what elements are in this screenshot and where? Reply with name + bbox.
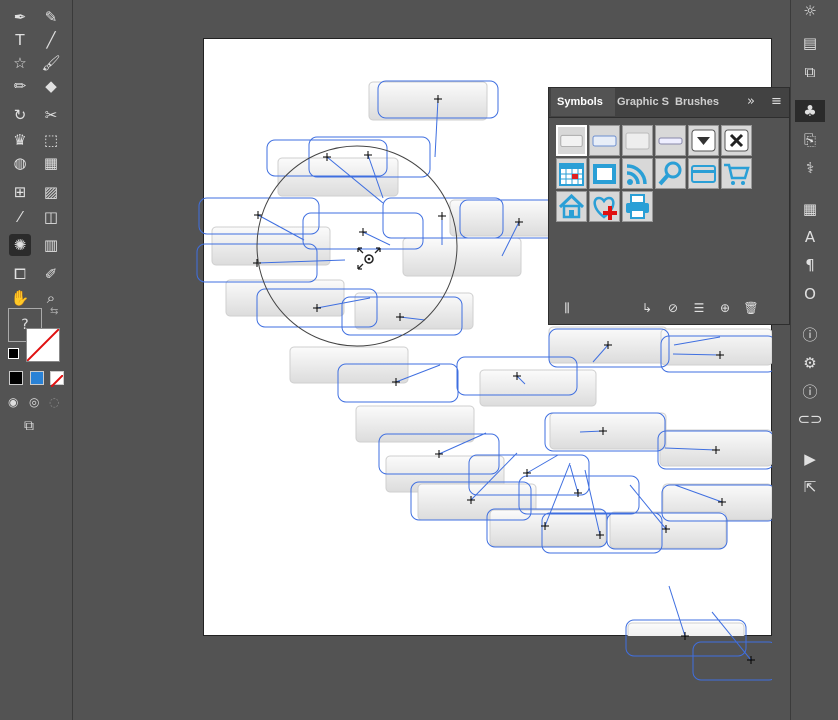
collapse-panel-icon[interactable]: » bbox=[747, 94, 755, 109]
symbols-panel: Symbols Graphic S Brushes » ≡ ⫼ ↳ ⊘ ☰ ⊕ … bbox=[548, 87, 790, 325]
symbol-credit-card[interactable] bbox=[688, 158, 719, 189]
sun-icon[interactable]: ☼ bbox=[799, 0, 821, 22]
home-icon bbox=[558, 193, 585, 219]
symbol-button-blue-bar[interactable] bbox=[589, 125, 620, 156]
symbol-heart-plus[interactable] bbox=[589, 191, 620, 222]
tab-symbols[interactable]: Symbols bbox=[551, 88, 615, 116]
symbol-button-slider[interactable] bbox=[655, 125, 686, 156]
dropdown-arrow-icon bbox=[691, 129, 716, 152]
panel-tabbar: Symbols Graphic S Brushes » ≡ bbox=[549, 88, 789, 118]
button-gray-icon bbox=[560, 134, 583, 148]
symbol-close-x[interactable] bbox=[721, 125, 752, 156]
calendar-icon bbox=[559, 163, 584, 186]
document-info-icon[interactable]: ⓘ bbox=[799, 380, 821, 402]
para-icon[interactable]: ¶ bbox=[799, 254, 821, 276]
symbol-rss-feed[interactable] bbox=[622, 158, 653, 189]
settings-icon[interactable]: ⚙ bbox=[799, 352, 821, 374]
symbol-shopping-cart[interactable] bbox=[721, 158, 752, 189]
symbol-libraries-menu-icon[interactable]: ⫼ bbox=[559, 300, 575, 316]
shopping-cart-icon bbox=[724, 163, 750, 185]
printer-icon bbox=[626, 194, 649, 219]
info-icon[interactable]: ⓘ bbox=[799, 323, 821, 345]
button-slider-icon bbox=[658, 137, 683, 145]
break-link-icon[interactable]: ⊘ bbox=[665, 300, 681, 316]
film-strip-icon bbox=[593, 164, 616, 184]
char-icon[interactable]: A bbox=[799, 226, 821, 248]
credit-card-icon bbox=[691, 165, 716, 183]
align-icon[interactable]: ▤ bbox=[799, 32, 821, 54]
symbol-home[interactable] bbox=[556, 191, 587, 222]
symbol-options-icon[interactable]: ☰ bbox=[691, 300, 707, 316]
magnifier-icon bbox=[658, 161, 682, 186]
opentype-icon[interactable]: O bbox=[799, 283, 821, 305]
button-blue-bar-icon bbox=[592, 135, 617, 147]
pathfinder-icon[interactable]: ⧉ bbox=[799, 61, 821, 83]
links-icon[interactable]: ⊂⊃ bbox=[797, 408, 822, 430]
delete-symbol-icon[interactable]: 🗑 bbox=[743, 300, 759, 316]
symbol-printer[interactable] bbox=[622, 191, 653, 222]
tab-graphic-styles[interactable]: Graphic S bbox=[611, 88, 671, 116]
symbols-grid bbox=[556, 125, 756, 225]
symbol-magnifier[interactable] bbox=[655, 158, 686, 189]
close-x-icon bbox=[724, 129, 749, 152]
heart-plus-icon bbox=[593, 196, 617, 220]
layers-icon[interactable]: ▦ bbox=[799, 198, 821, 220]
export-arrow-icon[interactable]: ⇱ bbox=[799, 476, 821, 498]
symbol-button-gray[interactable] bbox=[556, 125, 587, 156]
puppet-icon[interactable]: ⚕ bbox=[799, 157, 821, 179]
export-icon[interactable]: ⎘ bbox=[799, 129, 821, 151]
symbol-calendar[interactable] bbox=[556, 158, 587, 189]
symbol-film-strip[interactable] bbox=[589, 158, 620, 189]
symbols-icon[interactable]: ♣ bbox=[795, 100, 825, 122]
place-symbol-instance-icon[interactable]: ↳ bbox=[639, 300, 655, 316]
rss-feed-icon bbox=[626, 164, 647, 185]
symbol-button-light[interactable] bbox=[622, 125, 653, 156]
tab-brushes[interactable]: Brushes bbox=[669, 88, 731, 116]
panel-menu-icon[interactable]: ≡ bbox=[771, 94, 782, 109]
symbol-dropdown-arrow[interactable] bbox=[688, 125, 719, 156]
button-light-icon bbox=[625, 132, 650, 150]
play-icon[interactable]: ▶ bbox=[799, 448, 821, 470]
new-symbol-icon[interactable]: ⊕ bbox=[717, 300, 733, 316]
